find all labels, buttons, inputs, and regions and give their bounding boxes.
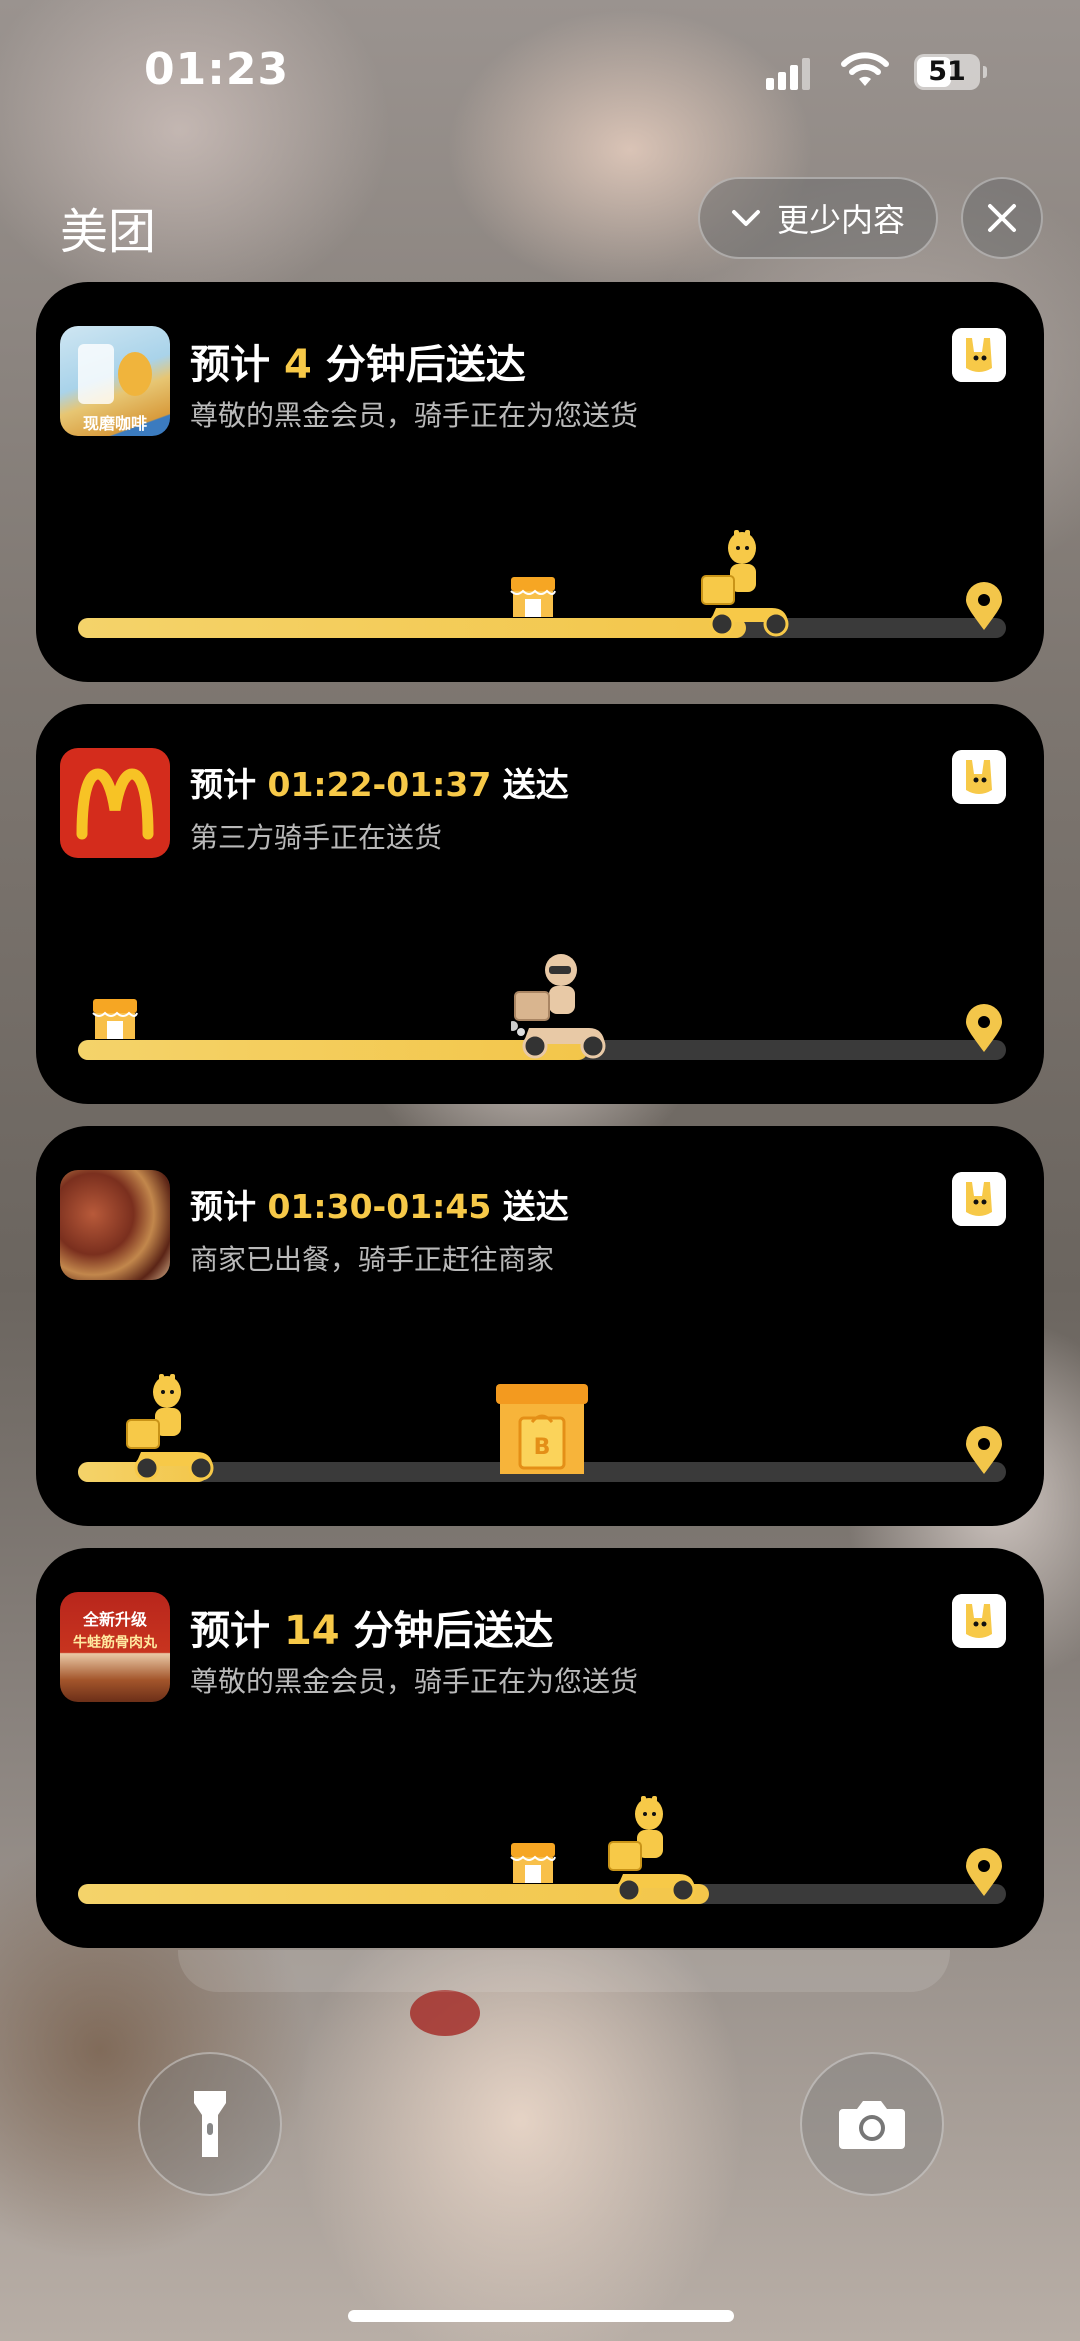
delivery-title: 预计 01:22-01:37 送达 [190, 758, 569, 806]
progress-track [78, 1884, 1006, 1904]
chevron-down-icon [731, 210, 760, 226]
meituan-kangaroo-icon [952, 328, 1006, 382]
title-suffix: 分钟后送达 [353, 1608, 554, 1654]
home-indicator[interactable] [348, 2310, 734, 2322]
delivery-title: 预计 01:30-01:45 送达 [190, 1180, 569, 1228]
destination-pin-icon [966, 582, 1002, 630]
delivery-title: 预计 14 分钟后送达 [190, 1598, 554, 1656]
meituan-kangaroo-icon [952, 750, 1006, 804]
delivery-card[interactable]: 现磨咖啡 预计 4 分钟后送达 尊敬的黑金会员，骑手正在为您送货 [36, 282, 1044, 682]
card-stack-edge [178, 1950, 950, 1992]
eta-highlight: 01:22-01:37 [267, 765, 492, 804]
store-icon: B [494, 1382, 590, 1476]
status-time: 01:23 [144, 44, 290, 95]
meituan-kangaroo-icon [952, 1594, 1006, 1648]
flashlight-icon [194, 2091, 226, 2157]
title-suffix: 分钟后送达 [325, 342, 526, 388]
rider-icon [121, 1370, 221, 1482]
delivery-card[interactable]: 预计 01:22-01:37 送达 第三方骑手正在送货 [36, 704, 1044, 1104]
destination-pin-icon [966, 1848, 1002, 1896]
title-prefix: 预计 [190, 342, 270, 388]
progress-fill [78, 618, 747, 638]
close-icon [988, 204, 1016, 232]
signal-icon [766, 56, 810, 90]
camera-icon [839, 2101, 905, 2149]
store-icon [509, 575, 557, 619]
order-thumbnail: 现磨咖啡 [60, 326, 170, 436]
flashlight-button[interactable] [138, 2052, 282, 2196]
title-prefix: 预计 [190, 765, 256, 804]
destination-pin-icon [966, 1426, 1002, 1474]
delivery-subtitle: 尊敬的黑金会员，骑手正在为您送货 [190, 399, 639, 432]
rider-icon [507, 948, 611, 1060]
svg-text:B: B [534, 1435, 551, 1460]
delivery-card[interactable]: 预计 01:30-01:45 送达 商家已出餐，骑手正赶往商家 B [36, 1126, 1044, 1526]
progress-track [78, 618, 1006, 638]
eta-highlight: 01:30-01:45 [267, 1187, 492, 1226]
delivery-card[interactable]: 全新升级 牛蛙筋骨肉丸 预计 14 分钟后送达 尊敬的黑金会员，骑手正在为您送货 [36, 1548, 1044, 1948]
eta-highlight: 4 [283, 342, 312, 388]
title-prefix: 预计 [190, 1608, 270, 1654]
mcdonalds-logo-icon [76, 768, 154, 840]
title-prefix: 预计 [190, 1187, 256, 1226]
thumbnail-caption: 牛蛙筋骨肉丸 [73, 1635, 157, 1651]
camera-button[interactable] [800, 2052, 944, 2196]
store-icon [509, 1841, 557, 1885]
battery-icon: 51 [914, 54, 987, 90]
delivery-subtitle: 商家已出餐，骑手正赶往商家 [190, 1243, 555, 1276]
title-suffix: 送达 [502, 765, 569, 804]
close-button[interactable] [961, 177, 1043, 259]
thumbnail-caption: 现磨咖啡 [82, 414, 147, 433]
order-thumbnail: 全新升级 牛蛙筋骨肉丸 [60, 1592, 170, 1702]
wallpaper-detail [410, 1990, 480, 2036]
delivery-subtitle: 尊敬的黑金会员，骑手正在为您送货 [190, 1665, 639, 1698]
less-content-button[interactable]: 更少内容 [698, 177, 938, 259]
thumbnail-caption: 全新升级 [82, 1610, 147, 1629]
rider-icon [696, 526, 796, 638]
battery-level: 51 [928, 56, 966, 87]
delivery-subtitle: 第三方骑手正在送货 [190, 821, 443, 854]
order-thumbnail [60, 748, 170, 858]
less-content-label: 更少内容 [776, 201, 905, 239]
store-icon [91, 997, 139, 1041]
eta-highlight: 14 [283, 1608, 340, 1654]
app-title: 美团 [60, 204, 157, 260]
title-suffix: 送达 [502, 1187, 569, 1226]
rider-icon [603, 1792, 703, 1904]
meituan-kangaroo-icon [952, 1172, 1006, 1226]
order-thumbnail [60, 1170, 170, 1280]
delivery-title: 预计 4 分钟后送达 [190, 332, 526, 390]
wifi-icon [841, 52, 889, 86]
destination-pin-icon [966, 1004, 1002, 1052]
